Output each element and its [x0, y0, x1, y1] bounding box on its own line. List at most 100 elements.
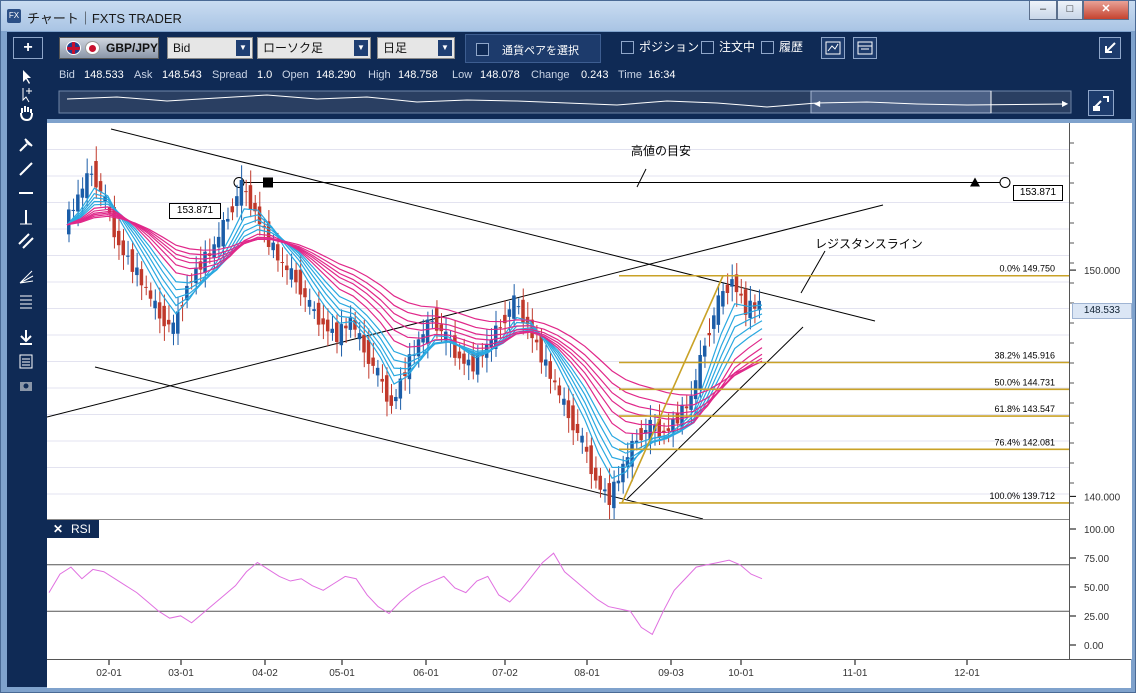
price-chart-canvas[interactable]: 0.0% 149.750 38.2% 145.916 50.0% 144.731 61… — [46, 123, 1069, 523]
pin-tool-icon[interactable] — [15, 135, 37, 155]
history-label: 履歴 — [779, 40, 804, 54]
candle — [730, 279, 734, 287]
chevron-down-icon: ▼ — [354, 40, 368, 56]
candle — [689, 395, 693, 410]
candle — [212, 244, 216, 258]
rsi-y-tick-label: 100.00 — [1084, 525, 1115, 536]
candle — [612, 481, 616, 509]
candle — [280, 262, 284, 264]
candle — [739, 293, 743, 296]
navigator-overview[interactable]: ▶ ◀ — [7, 87, 1131, 119]
candle — [139, 269, 144, 286]
spread-value: 1.0 — [257, 69, 273, 81]
candle — [371, 357, 375, 366]
vertical-line-tool-icon[interactable] — [15, 207, 37, 227]
chart-settings-icon[interactable] — [821, 37, 845, 59]
candle — [507, 309, 512, 317]
candle — [616, 480, 621, 484]
rsi-y-tick-label: 75.00 — [1084, 554, 1109, 565]
candle — [303, 288, 307, 298]
horizontal-line-tool-icon[interactable] — [15, 183, 37, 203]
candle — [584, 446, 589, 452]
time-label: Time — [618, 69, 643, 81]
autoscroll-icon[interactable] — [1088, 90, 1114, 116]
candle — [553, 380, 557, 383]
orders-checkbox[interactable] — [701, 41, 714, 54]
time-axis[interactable]: 02-01 03-01 04-02 05-01 06-01 07-02 08-01 09-03… — [47, 659, 1131, 688]
candle — [80, 188, 85, 198]
ema-slow-line — [66, 206, 763, 435]
hand-icon[interactable] — [15, 103, 37, 123]
x-tick-label: 04-02 — [252, 668, 278, 679]
rsi-canvas[interactable] — [47, 520, 1069, 660]
ask-label: Ask — [134, 69, 153, 81]
ema-slow-line — [66, 214, 763, 407]
open-value: 148.290 — [316, 69, 356, 81]
close-button[interactable]: ✕ — [1083, 1, 1129, 20]
collapse-icon[interactable] — [1099, 37, 1121, 59]
rsi-tab[interactable]: ✕ RSI — [47, 520, 99, 538]
timeframe-select[interactable]: 日足 ▼ — [377, 37, 455, 59]
candle — [275, 244, 280, 261]
candle — [607, 483, 612, 505]
candle — [307, 299, 312, 307]
candle — [543, 359, 548, 366]
camera-icon[interactable] — [15, 375, 37, 395]
candle — [121, 240, 126, 256]
rsi-panel[interactable]: ✕ RSI — [47, 519, 1069, 660]
fan-tool-icon[interactable] — [15, 267, 37, 287]
candle — [312, 309, 316, 312]
app-icon: FX — [7, 9, 21, 23]
candle — [116, 230, 121, 246]
maximize-button[interactable]: □ — [1057, 1, 1083, 20]
candle — [176, 311, 180, 334]
currency-pair-selector[interactable]: 通貨ペアを選択 — [465, 34, 601, 63]
chart-type-select[interactable]: ローソク足 ▼ — [257, 37, 371, 59]
list-icon[interactable] — [15, 351, 37, 371]
price-chart[interactable]: 0.0% 149.750 38.2% 145.916 50.0% 144.731 61… — [46, 123, 1069, 523]
candle — [89, 173, 94, 175]
x-tick-label: 08-01 — [574, 668, 600, 679]
candle — [684, 406, 689, 409]
add-chart-button[interactable]: + — [13, 37, 43, 59]
candle — [557, 385, 562, 396]
candle — [580, 435, 584, 443]
close-icon[interactable]: ✕ — [53, 522, 63, 536]
cursor-icon[interactable] — [15, 67, 37, 87]
candle — [548, 361, 553, 379]
channel-tool-icon[interactable] — [15, 231, 37, 251]
target-line-marker — [970, 177, 980, 187]
history-checkbox[interactable] — [761, 41, 774, 54]
minimize-button[interactable]: – — [1029, 1, 1057, 20]
price-type-select[interactable]: Bid ▼ — [167, 37, 253, 59]
candle — [375, 367, 380, 376]
candle — [562, 398, 566, 405]
open-label: Open — [282, 69, 309, 81]
candle — [162, 305, 166, 327]
symbol-button[interactable]: GBP/JPY — [59, 37, 159, 59]
candle — [512, 295, 516, 319]
download-icon[interactable] — [15, 327, 37, 347]
candle — [593, 467, 598, 481]
y-tick-label: 140.000 — [1084, 492, 1121, 503]
candle — [94, 161, 98, 188]
trendline-tool-icon[interactable] — [15, 159, 37, 179]
crosshair-cursor-icon[interactable] — [15, 85, 37, 105]
candle — [225, 218, 230, 222]
fibonacci-tool-icon[interactable] — [15, 291, 37, 311]
scroll-left-icon[interactable]: ◀ — [814, 99, 821, 108]
candle — [362, 334, 366, 353]
annotation-arrow — [636, 168, 647, 188]
candle — [135, 267, 139, 276]
rsi-y-tick-label: 50.00 — [1084, 583, 1109, 594]
candle — [462, 353, 466, 364]
price-axis[interactable]: 140.000 150.000 0.00 25.00 50.00 75.00 100.00 … — [1069, 123, 1132, 659]
navigator-bar: ▶ ◀ — [7, 87, 1131, 119]
position-checkbox[interactable] — [621, 41, 634, 54]
candle — [248, 185, 253, 210]
pair-checkbox[interactable] — [476, 43, 489, 56]
scroll-right-icon[interactable]: ▶ — [1062, 99, 1069, 108]
candle — [498, 327, 503, 329]
layout-icon[interactable] — [853, 37, 877, 59]
candle — [239, 180, 244, 206]
